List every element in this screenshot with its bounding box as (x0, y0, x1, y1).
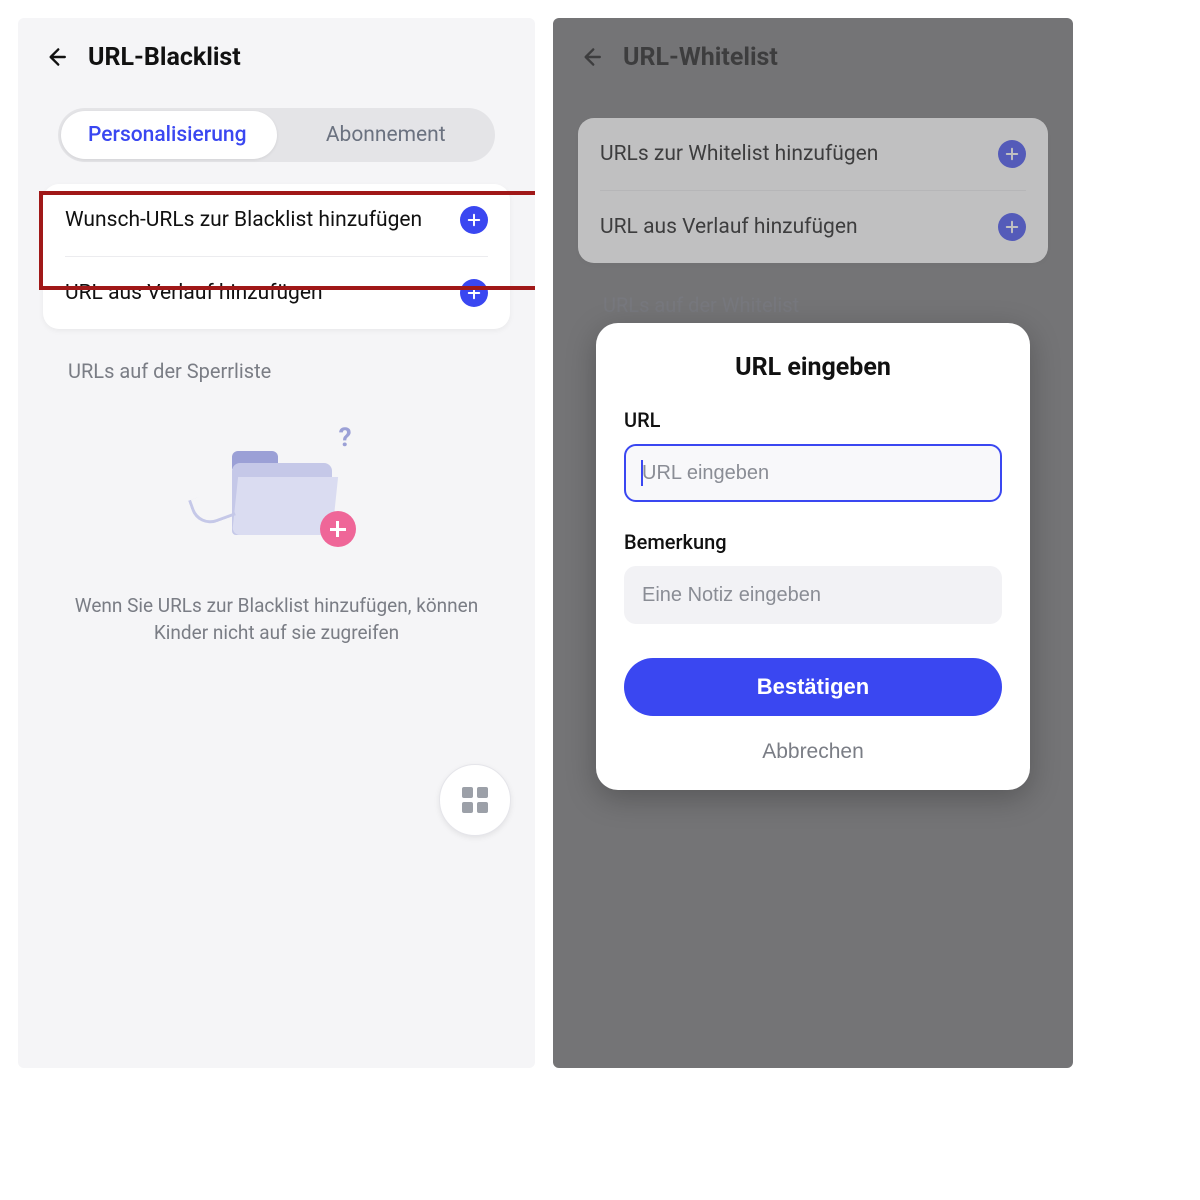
plus-icon (998, 213, 1026, 241)
option-add-desired-urls[interactable]: Wunsch-URLs zur Blacklist hinzufügen (43, 184, 510, 256)
option-label: URLs zur Whitelist hinzufügen (600, 142, 878, 166)
empty-folder-icon: ? (192, 423, 362, 563)
note-field-label: Bemerkung (624, 530, 1002, 554)
note-input[interactable] (624, 566, 1002, 624)
text-caret (641, 460, 643, 486)
empty-text: Wenn Sie URLs zur Blacklist hinzufügen, … (57, 593, 497, 646)
cancel-button[interactable]: Abbrechen (624, 740, 1002, 764)
option-add-from-history[interactable]: URL aus Verlauf hinzufügen (578, 191, 1048, 263)
fab-grid-button[interactable] (439, 764, 511, 836)
modal-enter-url: URL eingeben URL Bemerkung Bestätigen Ab… (596, 323, 1030, 790)
option-add-from-history[interactable]: URL aus Verlauf hinzufügen (43, 257, 510, 329)
empty-state: ? Wenn Sie URLs zur Blacklist hinzufügen… (18, 423, 535, 646)
tab-abonnement[interactable]: Abonnement (277, 108, 496, 162)
grid-icon (462, 787, 488, 813)
back-icon[interactable] (575, 42, 605, 72)
options-card: Wunsch-URLs zur Blacklist hinzufügen URL… (43, 184, 510, 329)
plus-icon (998, 140, 1026, 168)
back-icon[interactable] (40, 42, 70, 72)
option-label: URL aus Verlauf hinzufügen (65, 281, 323, 305)
confirm-button[interactable]: Bestätigen (624, 658, 1002, 716)
page-title: URL-Whitelist (623, 43, 778, 72)
tab-personalisierung[interactable]: Personalisierung (58, 108, 277, 162)
url-field-label: URL (624, 408, 1002, 432)
option-add-whitelist-urls[interactable]: URLs zur Whitelist hinzufügen (578, 118, 1048, 190)
page-title: URL-Blacklist (88, 43, 241, 72)
modal-title: URL eingeben (624, 353, 1002, 382)
section-label: URLs auf der Sperrliste (68, 359, 485, 383)
header: URL-Blacklist (18, 18, 535, 90)
option-label: Wunsch-URLs zur Blacklist hinzufügen (65, 208, 422, 232)
screen-blacklist: URL-Blacklist Personalisierung Abonnemen… (18, 18, 535, 1068)
options-card: URLs zur Whitelist hinzufügen URL aus Ve… (578, 118, 1048, 263)
plus-icon (460, 279, 488, 307)
tabs-segmented: Personalisierung Abonnement (58, 108, 495, 162)
header: URL-Whitelist (553, 18, 1073, 90)
plus-icon (460, 206, 488, 234)
screen-whitelist: URL-Whitelist URLs zur Whitelist hinzufü… (553, 18, 1073, 1068)
section-label: URLs auf der Whitelist (603, 293, 1023, 317)
option-label: URL aus Verlauf hinzufügen (600, 215, 858, 239)
url-input[interactable] (624, 444, 1002, 502)
